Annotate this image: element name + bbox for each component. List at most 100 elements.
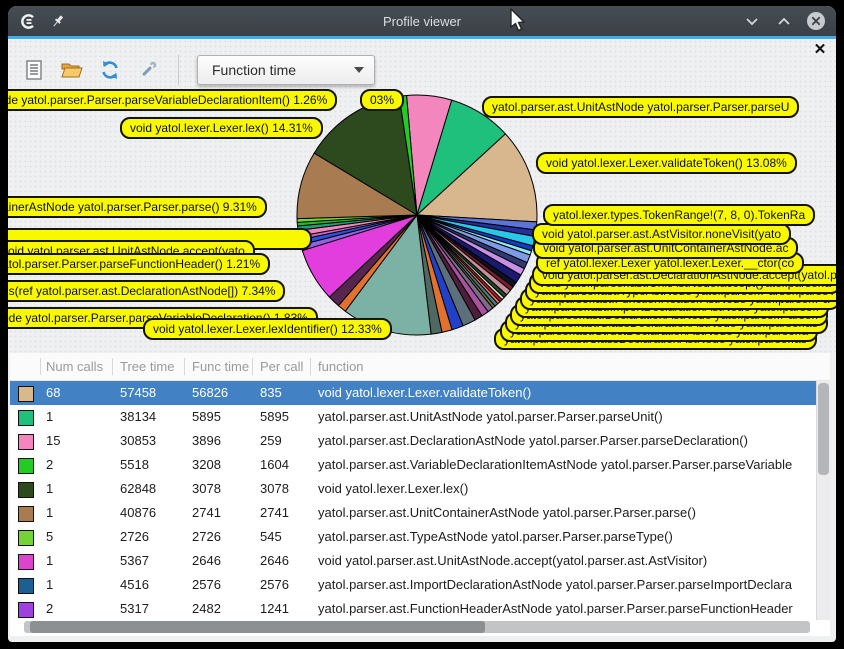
horizontal-scrollbar[interactable] (24, 621, 810, 633)
table-row[interactable]: 1 4516 2576 2576 yatol.parser.ast.ImportDecl… (10, 573, 830, 597)
color-swatch (18, 554, 34, 570)
cell-tree-time: 2726 (120, 525, 149, 549)
cell-num-calls: 1 (46, 573, 53, 597)
cell-tree-time: 5367 (120, 549, 149, 573)
cell-func-time: 3896 (192, 429, 221, 453)
table-row[interactable]: 2 5317 2482 1241 yatol.parser.ast.FunctionHe… (10, 597, 830, 621)
cell-tree-time: 57458 (120, 381, 156, 405)
column-header-func-time[interactable]: Func time (192, 353, 249, 380)
pie-callout-label: yatol.lexer.types.TokenRange!(7, 8, 0).T… (543, 204, 815, 226)
cell-per-call: 1241 (260, 597, 289, 621)
cell-func-time: 3078 (192, 477, 221, 501)
pie-callout-label: void yatol.lexer.Lexer.validateToken() 1… (536, 152, 797, 174)
cell-per-call: 5895 (260, 405, 289, 429)
cell-per-call: 2646 (260, 549, 289, 573)
color-swatch (18, 602, 34, 618)
cell-function: void yatol.parser.ast.UnitAstNode.accept… (318, 549, 707, 573)
table-row[interactable]: 527262726545yatol.parser.ast.TypeAstNode… (10, 525, 830, 549)
pie-chart-area: yatol.parser.ast.ClassDeclarationAstNode… (8, 39, 836, 353)
color-swatch (18, 386, 34, 402)
cell-function: yatol.parser.ast.VariableDeclarationItem… (318, 453, 792, 477)
table-row[interactable]: 2 5518 3208 1604 yatol.parser.ast.VariableDe… (10, 453, 830, 477)
cell-function: void yatol.lexer.Lexer.lex() (318, 477, 468, 501)
cell-tree-time: 62848 (120, 477, 156, 501)
color-swatch (18, 530, 34, 546)
header-separator (184, 358, 185, 375)
cell-func-time: 2482 (192, 597, 221, 621)
table-row[interactable]: 1 38134 5895 5895 yatol.parser.ast.UnitAstNo… (10, 405, 830, 429)
column-header-num-calls[interactable]: Num calls (46, 353, 103, 380)
cell-num-calls: 5 (46, 525, 53, 549)
color-swatch (18, 458, 34, 474)
profile-viewer-window: Profile viewer ✕ (8, 6, 836, 642)
cell-tree-time: 38134 (120, 405, 156, 429)
minimize-button[interactable] (742, 11, 762, 31)
header-separator (310, 358, 311, 375)
pin-icon[interactable] (48, 11, 68, 31)
cell-num-calls: 2 (46, 453, 53, 477)
cell-num-calls: 68 (46, 381, 60, 405)
cell-num-calls: 1 (46, 405, 53, 429)
table-row[interactable]: 685745856826835void yatol.lexer.Lexer.va… (10, 381, 830, 405)
color-swatch (18, 410, 34, 426)
column-header-tree-time[interactable]: Tree time (120, 353, 174, 380)
header-separator (252, 358, 253, 375)
horizontal-scrollbar-thumb[interactable] (30, 621, 485, 633)
titlebar[interactable]: Profile viewer (8, 6, 836, 36)
cell-func-time: 2741 (192, 501, 221, 525)
table-row[interactable]: 1 40876 2741 2741 yatol.parser.ast.UnitConta… (10, 501, 830, 525)
cell-function: yatol.parser.ast.UnitContainerAstNode ya… (318, 501, 696, 525)
pie-callout-label: atol.parser.Parser.parseFunctionHeader()… (8, 253, 270, 275)
color-swatch (18, 434, 34, 450)
cell-per-call: 545 (260, 525, 282, 549)
cell-num-calls: 1 (46, 549, 53, 573)
color-swatch (18, 506, 34, 522)
vertical-scrollbar[interactable] (816, 381, 830, 620)
cell-function: yatol.parser.ast.ImportDeclarationAstNod… (318, 573, 792, 597)
cell-func-time: 2576 (192, 573, 221, 597)
table-header: Num calls Tree time Func time Per call funct… (10, 353, 830, 381)
cell-per-call: 1604 (260, 453, 289, 477)
table-body: 685745856826835void yatol.lexer.Lexer.va… (10, 381, 830, 621)
pie-callout-label: void yatol.lexer.Lexer.lex() 14.31% (120, 117, 323, 139)
cell-tree-time: 4516 (120, 573, 149, 597)
close-button[interactable] (806, 11, 826, 31)
pie-callout-label: ainerAstNode yatol.parser.Parser.parse()… (8, 196, 267, 218)
cell-per-call: 2741 (260, 501, 289, 525)
cell-tree-time: 5317 (120, 597, 149, 621)
pie-callout-label: ns(ref yatol.parser.ast.DeclarationAstNo… (8, 280, 285, 302)
column-header-function[interactable]: function (318, 353, 364, 380)
cell-func-time: 3208 (192, 453, 221, 477)
column-header-per-call[interactable]: Per call (260, 353, 303, 380)
app-icon (18, 11, 38, 31)
cell-num-calls: 1 (46, 501, 53, 525)
header-separator (112, 358, 113, 375)
pie-callout-label: void yatol.lexer.Lexer.lexIdentifier() 1… (143, 318, 392, 340)
cell-func-time: 5895 (192, 405, 221, 429)
maximize-button[interactable] (774, 11, 794, 31)
cell-function: void yatol.lexer.Lexer.validateToken() (318, 381, 531, 405)
table-row[interactable]: 15308533896259yatol.parser.ast.Declarati… (10, 429, 830, 453)
cell-num-calls: 15 (46, 429, 60, 453)
profile-table: Num calls Tree time Func time Per call funct… (10, 353, 830, 636)
table-row[interactable]: 1 5367 2646 2646 void yatol.parser.ast.UnitA… (10, 549, 830, 573)
window-title: Profile viewer (8, 14, 836, 29)
cell-func-time: 56826 (192, 381, 228, 405)
vertical-scrollbar-thumb[interactable] (818, 383, 829, 475)
pie-callout-label: 03% (360, 89, 404, 111)
cell-function: yatol.parser.ast.DeclarationAstNode yato… (318, 429, 748, 453)
cell-function: yatol.parser.ast.UnitAstNode yatol.parse… (318, 405, 663, 429)
cell-func-time: 2646 (192, 549, 221, 573)
cell-tree-time: 5518 (120, 453, 149, 477)
cell-tree-time: 30853 (120, 429, 156, 453)
cell-tree-time: 40876 (120, 501, 156, 525)
cell-function: yatol.parser.ast.FunctionHeaderAstNode y… (318, 597, 793, 621)
pie-callout-label: ode yatol.parser.Parser.parseVariableDec… (8, 89, 337, 111)
table-row[interactable]: 16284830783078void yatol.lexer.Lexer.lex… (10, 477, 830, 501)
color-swatch (18, 578, 34, 594)
header-separator (40, 358, 41, 375)
color-swatch (18, 482, 34, 498)
cell-num-calls: 2 (46, 597, 53, 621)
screen: { "window": { "title": "Profile viewer",… (0, 0, 844, 649)
cell-per-call: 2576 (260, 573, 289, 597)
